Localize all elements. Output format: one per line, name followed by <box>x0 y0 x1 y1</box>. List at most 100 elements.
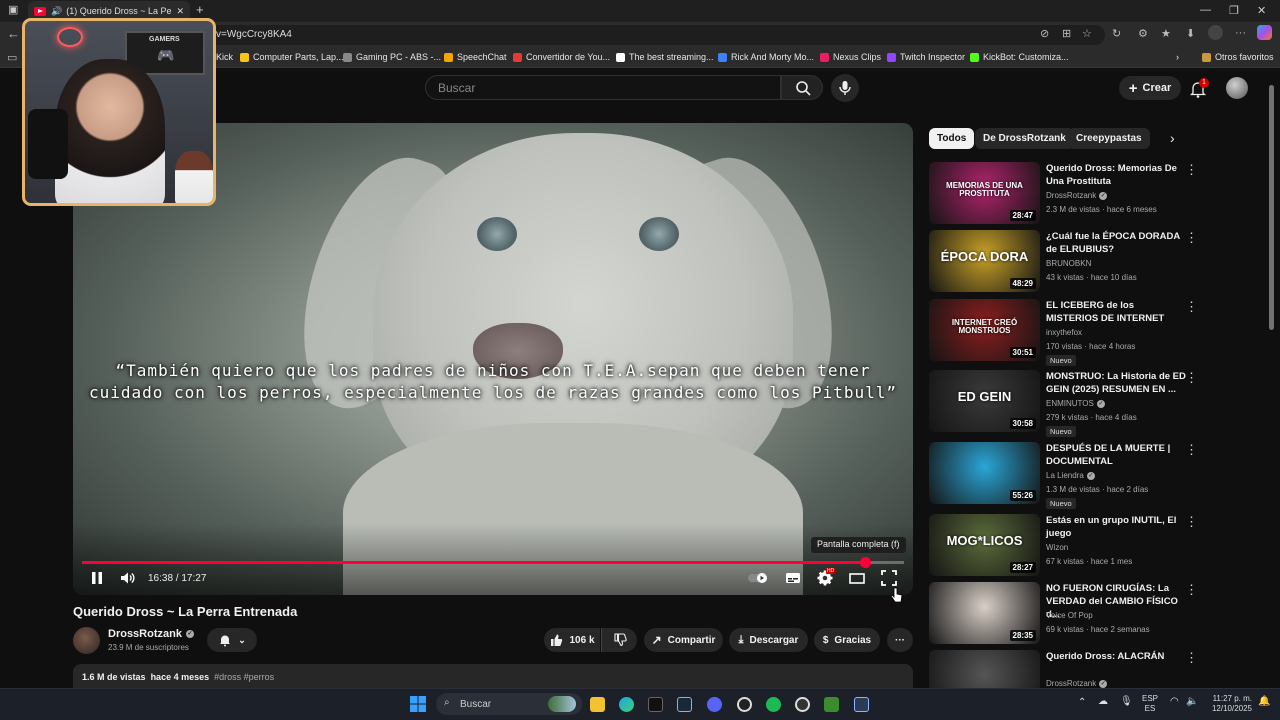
filter-chip[interactable]: Creepypastas <box>1068 128 1150 149</box>
favorite-star-icon[interactable]: ☆ <box>1082 27 1092 40</box>
extensions-icon[interactable]: ⚙ <box>1138 27 1148 40</box>
recommendation-title[interactable]: ¿Cuál fue la ÉPOCA DORADA de ELRUBIUS? <box>1046 230 1186 256</box>
recommendation-channel[interactable]: Voice Of Pop <box>1046 611 1093 620</box>
more-options-icon[interactable]: ⋮ <box>1185 514 1198 530</box>
tray-overflow-icon[interactable]: ⌃ <box>1078 698 1086 708</box>
create-button[interactable]: + Crear <box>1119 76 1181 100</box>
channel-avatar[interactable] <box>73 627 100 654</box>
speaker-icon[interactable]: 🔈 <box>1186 697 1198 707</box>
profile-avatar[interactable] <box>1208 25 1223 40</box>
recommendation-channel[interactable]: BRUNOBKN <box>1046 259 1091 268</box>
recommendation-channel[interactable]: inxythefox <box>1046 328 1082 337</box>
back-icon[interactable]: ← <box>7 26 20 41</box>
more-options-icon[interactable]: ⋮ <box>1185 650 1198 666</box>
filter-chip[interactable]: De DrossRotzank <box>975 128 1074 149</box>
thanks-button[interactable]: $ Gracias <box>814 628 880 652</box>
clock[interactable]: 11:27 p. m. 12/10/2025 <box>1206 694 1252 714</box>
notifications-icon[interactable]: 🔔 <box>1258 697 1270 707</box>
downloads-icon[interactable]: ⬇ <box>1186 27 1195 40</box>
chips-next-icon[interactable]: › <box>1170 130 1175 146</box>
other-bookmarks[interactable]: Otros favoritos <box>1202 52 1274 62</box>
edge-browser-icon[interactable] <box>619 697 634 712</box>
discord-icon[interactable] <box>707 697 722 712</box>
notifications-button[interactable]: 1 <box>1188 78 1209 104</box>
url-field[interactable]: v=WgcCrcy8KA4 <box>200 25 1105 45</box>
filter-chip[interactable]: Todos <box>929 128 975 149</box>
search-input[interactable]: Buscar <box>425 75 781 100</box>
theater-mode-button[interactable] <box>848 569 866 587</box>
more-options-icon[interactable]: ⋮ <box>1185 370 1198 386</box>
language-indicator[interactable]: ESP ES <box>1142 694 1158 714</box>
steam-icon[interactable] <box>677 697 692 712</box>
volume-button[interactable] <box>118 569 136 587</box>
recommendation-item[interactable]: INTERNET CREÓ MONSTRUOS 30:51 EL ICEBERG d… <box>929 299 1264 366</box>
bookmark-item[interactable]: Convertidor de You... <box>513 52 610 62</box>
scrollbar-thumb[interactable] <box>1269 85 1274 330</box>
tray-app-icon[interactable]: ☁ <box>1098 697 1108 707</box>
tab-actions-icon[interactable]: ▣ <box>8 3 18 16</box>
extension-icon[interactable]: ⊘ <box>1040 27 1049 40</box>
minimize-icon[interactable]: — <box>1200 4 1211 16</box>
video-thumbnail[interactable]: MEMORIAS DE UNA PROSTITUTA 28:47 <box>929 162 1040 224</box>
recommendation-item[interactable]: MOG*LICOS 28:27 Estás en un grupo INUTIL, … <box>929 514 1264 578</box>
recommendation-item[interactable]: 55:26 DESPUÉS DE LA MUERTE | DOCUMENTAL La… <box>929 442 1264 509</box>
menu-dots-icon[interactable]: ··· <box>1235 27 1246 39</box>
video-thumbnail[interactable]: MOG*LICOS 28:27 <box>929 514 1040 576</box>
subtitles-button[interactable] <box>784 569 802 587</box>
recommendation-title[interactable]: DESPUÉS DE LA MUERTE | DOCUMENTAL <box>1046 442 1186 468</box>
video-thumbnail[interactable]: 55:26 <box>929 442 1040 504</box>
recommendation-item[interactable]: MEMORIAS DE UNA PROSTITUTA 28:47 Querido D… <box>929 162 1264 226</box>
download-button[interactable]: ⤓ Descargar <box>729 628 808 652</box>
recommendation-title[interactable]: Querido Dross: Memorias De Una Prostitut… <box>1046 162 1186 188</box>
app-icon[interactable] <box>854 697 869 712</box>
bookmark-item[interactable]: Gaming PC - ABS -... <box>343 52 441 62</box>
video-thumbnail[interactable]: ÉPOCA DORA 48:29 <box>929 230 1040 292</box>
settings-button[interactable]: HD <box>816 568 836 587</box>
chrome-icon[interactable] <box>795 697 810 712</box>
bookmark-item[interactable]: KickBot: Customiza... <box>970 52 1069 62</box>
recommendation-channel[interactable]: DrossRotzank ✓ <box>1046 679 1108 688</box>
hashtags[interactable]: #dross #perros <box>214 672 274 682</box>
bookmark-item[interactable]: Computer Parts, Lap... <box>240 52 344 62</box>
autoplay-toggle[interactable] <box>747 569 771 587</box>
like-button[interactable]: 106 k <box>544 628 600 652</box>
recommendation-channel[interactable]: ENMINUTOS ✓ <box>1046 399 1105 408</box>
new-tab-icon[interactable]: + <box>196 2 204 17</box>
minecraft-icon[interactable] <box>824 697 839 712</box>
channel-name[interactable]: DrossRotzank ✓ <box>108 628 194 640</box>
bookmark-item[interactable]: Rick And Morty Mo... <box>718 52 814 62</box>
more-bookmarks-icon[interactable]: › <box>1176 52 1179 62</box>
recommendation-item[interactable]: ÉPOCA DORA 48:29 ¿Cuál fue la ÉPOCA DORADA… <box>929 230 1264 294</box>
refresh-icon[interactable]: ↻ <box>1112 27 1121 40</box>
video-thumbnail[interactable]: ED GEIN 30:58 <box>929 370 1040 432</box>
description-box[interactable]: 1.6 M de vistas hace 4 meses #dross #per… <box>73 664 913 688</box>
bookmark-item[interactable]: Nexus Clips <box>820 52 881 62</box>
more-options-icon[interactable]: ⋮ <box>1185 582 1198 598</box>
recommendation-item[interactable]: 28:35 NO FUERON CIRUGÍAS: La VERDAD del C… <box>929 582 1264 646</box>
video-thumbnail[interactable]: INTERNET CREÓ MONSTRUOS 30:51 <box>929 299 1040 361</box>
copilot-icon[interactable] <box>1257 25 1272 40</box>
windows-start-icon[interactable] <box>410 696 426 717</box>
recommendation-title[interactable]: MONSTRUO: La Historia de ED GEIN (2025) … <box>1046 370 1186 396</box>
recommendation-title[interactable]: EL ICEBERG de los MISTERIOS DE INTERNET <box>1046 299 1186 325</box>
recommendation-channel[interactable]: DrossRotzank ✓ <box>1046 191 1108 200</box>
close-tab-icon[interactable]: ✕ <box>176 6 184 17</box>
app-icon[interactable]: ⊞ <box>1062 27 1071 40</box>
recommendation-title[interactable]: Querido Dross: ALACRÁN <box>1046 650 1186 663</box>
epic-games-icon[interactable] <box>648 697 663 712</box>
bookmark-item[interactable]: Twitch Inspector <box>887 52 965 62</box>
dislike-button[interactable] <box>601 628 637 652</box>
recommendation-item[interactable]: ED GEIN 30:58 MONSTRUO: La Historia de ED … <box>929 370 1264 437</box>
more-options-icon[interactable]: ⋮ <box>1185 230 1198 246</box>
recommendation-channel[interactable]: Wizon <box>1046 543 1068 552</box>
taskbar-search[interactable]: ⌕ Buscar <box>436 693 582 715</box>
more-options-icon[interactable]: ⋮ <box>1185 162 1198 178</box>
fullscreen-button[interactable] <box>880 569 898 587</box>
bookmark-item[interactable]: The best streaming... <box>616 52 714 62</box>
video-thumbnail[interactable]: 28:35 <box>929 582 1040 644</box>
obs-icon[interactable] <box>737 697 752 712</box>
file-explorer-icon[interactable] <box>590 697 605 712</box>
bookmark-item[interactable]: SpeechChat <box>444 52 507 62</box>
recommendation-channel[interactable]: La Liendra ✓ <box>1046 471 1095 480</box>
maximize-icon[interactable]: ❐ <box>1229 4 1239 17</box>
